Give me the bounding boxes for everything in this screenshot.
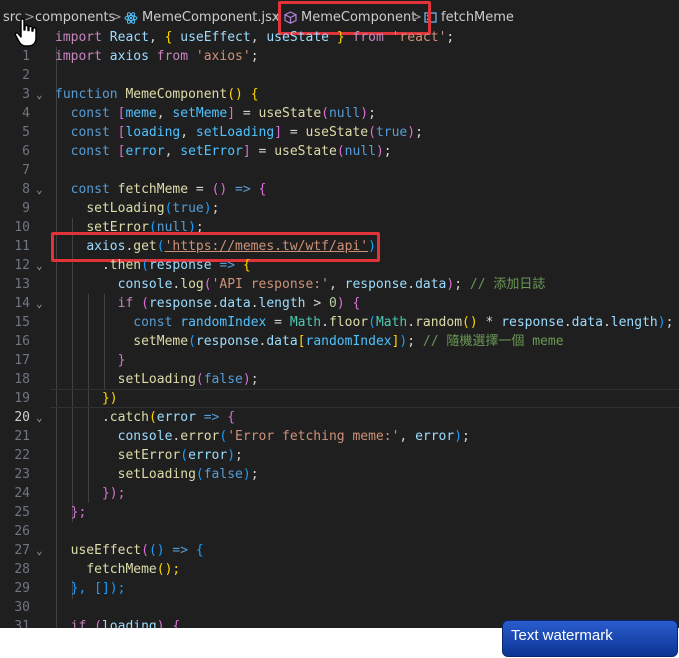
code-text: const randomIndex = Math.floor(Math.rand… (133, 315, 674, 330)
code-text: axios.get('https://memes.tw/wtf/api') (86, 239, 376, 254)
code-text: setError(error); (117, 448, 243, 463)
code-line[interactable]: 26 }; (0, 503, 679, 539)
code-line[interactable]: 25 }); (0, 484, 679, 520)
breadcrumb-file-label: MemeComponent.jsx (142, 10, 280, 25)
code-line[interactable]: 7 const [error, setError] = useState(nul… (0, 142, 679, 178)
code-text: const [loading, setLoading] = useState(t… (70, 125, 423, 140)
code-line-active[interactable]: 20 }) (0, 389, 679, 425)
code-text: setError(null); (86, 220, 204, 235)
code-line[interactable]: 8 (0, 161, 679, 197)
chevron-right-icon: > (411, 10, 422, 25)
code-text: if (response.data.length > 0) { (117, 296, 361, 311)
code-text: import axios from 'axios'; (55, 49, 259, 64)
code-text: import React, { useEffect, useState } fr… (55, 30, 455, 45)
code-line[interactable]: 22 console.error('Error fetching meme:',… (0, 427, 679, 463)
code-text: }; (70, 505, 87, 520)
breadcrumb-function-label: fetchMeme (441, 10, 514, 25)
code-line[interactable]: 2 import axios from 'axios'; (0, 47, 679, 83)
code-line[interactable]: 23 setError(error); (0, 446, 679, 482)
code-text: setLoading(false); (117, 372, 259, 387)
breadcrumb-item-component[interactable]: MemeComponent (284, 10, 416, 26)
fold-chevron-icon[interactable]: ⌄ (36, 294, 48, 313)
code-line[interactable]: 9 ⌄ const fetchMeme = () => { (0, 180, 679, 216)
code-line[interactable]: 18 } (0, 351, 679, 387)
code-line[interactable]: 31 (0, 598, 679, 628)
text-watermark-button[interactable]: Text watermark (502, 620, 678, 657)
fold-chevron-icon[interactable]: ⌄ (36, 85, 48, 104)
fold-chevron-icon[interactable]: ⌄ (36, 408, 48, 427)
code-text: } (117, 353, 126, 368)
breadcrumb-item-file[interactable]: MemeComponent.jsx (124, 10, 280, 26)
code-text: }, []); (70, 581, 126, 596)
code-editor[interactable]: src > components > MemeComponent.jsx > M… (0, 0, 679, 628)
code-text: setLoading(true); (86, 201, 220, 216)
code-line[interactable]: 11 setError(null); (0, 218, 679, 254)
code-line[interactable]: 15 ⌄ if (response.data.length > 0) { (0, 294, 679, 330)
code-text: .catch(error => { (101, 410, 236, 425)
react-icon (124, 11, 138, 24)
fold-chevron-icon[interactable]: ⌄ (36, 256, 48, 275)
code-line[interactable]: 4 ⌄ function MemeComponent() { (0, 85, 679, 121)
code-line[interactable]: 30 }, []); (0, 579, 679, 615)
breadcrumb-item-function[interactable]: fetchMeme (424, 10, 514, 26)
code-text: setMeme(response.data[randomIndex]); // … (133, 334, 564, 349)
code-text: fetchMeme(); (86, 562, 181, 577)
chevron-right-icon: > (271, 10, 282, 25)
chevron-right-icon: > (111, 10, 122, 25)
code-text: console.error('Error fetching meme:', er… (117, 429, 470, 444)
code-text: const fetchMeme = () => { (70, 182, 267, 197)
code-line[interactable]: 27 (0, 522, 679, 558)
code-line[interactable]: 13 ⌄ .then(response => { (0, 256, 679, 292)
code-line[interactable]: 28 ⌄ useEffect(() => { (0, 541, 679, 577)
code-text: setLoading(false); (117, 467, 259, 482)
code-line[interactable]: 3 (0, 66, 679, 102)
code-line[interactable]: 29 fetchMeme(); (0, 560, 679, 596)
function-icon (424, 12, 437, 23)
breadcrumb-component-label: MemeComponent (301, 10, 417, 25)
code-line[interactable]: 1 import React, { useEffect, useState } … (0, 28, 679, 64)
code-line[interactable]: 14 console.log('API response:', response… (0, 275, 679, 311)
fold-chevron-icon[interactable]: ⌄ (36, 541, 48, 560)
code-text: const [meme, setMeme] = useState(null); (70, 106, 376, 121)
code-text: const [error, setError] = useState(null)… (70, 144, 392, 159)
code-line[interactable]: 19 setLoading(false); (0, 370, 679, 406)
code-text: useEffect(() => { (70, 543, 204, 558)
code-line[interactable]: 6 const [loading, setLoading] = useState… (0, 123, 679, 159)
code-text: function MemeComponent() { (55, 87, 259, 102)
code-line[interactable]: 16 const randomIndex = Math.floor(Math.r… (0, 313, 679, 349)
code-line[interactable]: 12 axios.get('https://memes.tw/wtf/api') (0, 237, 679, 273)
code-text: .then(response => { (101, 258, 251, 273)
code-text: console.log('API response:', response.da… (117, 277, 546, 292)
cube-icon (284, 11, 297, 24)
code-line[interactable]: 21 ⌄ .catch(error => { (0, 408, 679, 444)
code-line[interactable]: 17 setMeme(response.data[randomIndex]); … (0, 332, 679, 368)
code-text: if (loading) { (70, 619, 181, 628)
code-line[interactable]: 5 const [meme, setMeme] = useState(null)… (0, 104, 679, 140)
code-text: }) (101, 391, 118, 406)
code-line[interactable]: 10 setLoading(true); (0, 199, 679, 235)
fold-chevron-icon[interactable]: ⌄ (36, 180, 48, 199)
code-line[interactable]: 24 setLoading(false); (0, 465, 679, 501)
breadcrumb-item-components[interactable]: components (35, 10, 115, 26)
code-text: }); (101, 486, 126, 501)
